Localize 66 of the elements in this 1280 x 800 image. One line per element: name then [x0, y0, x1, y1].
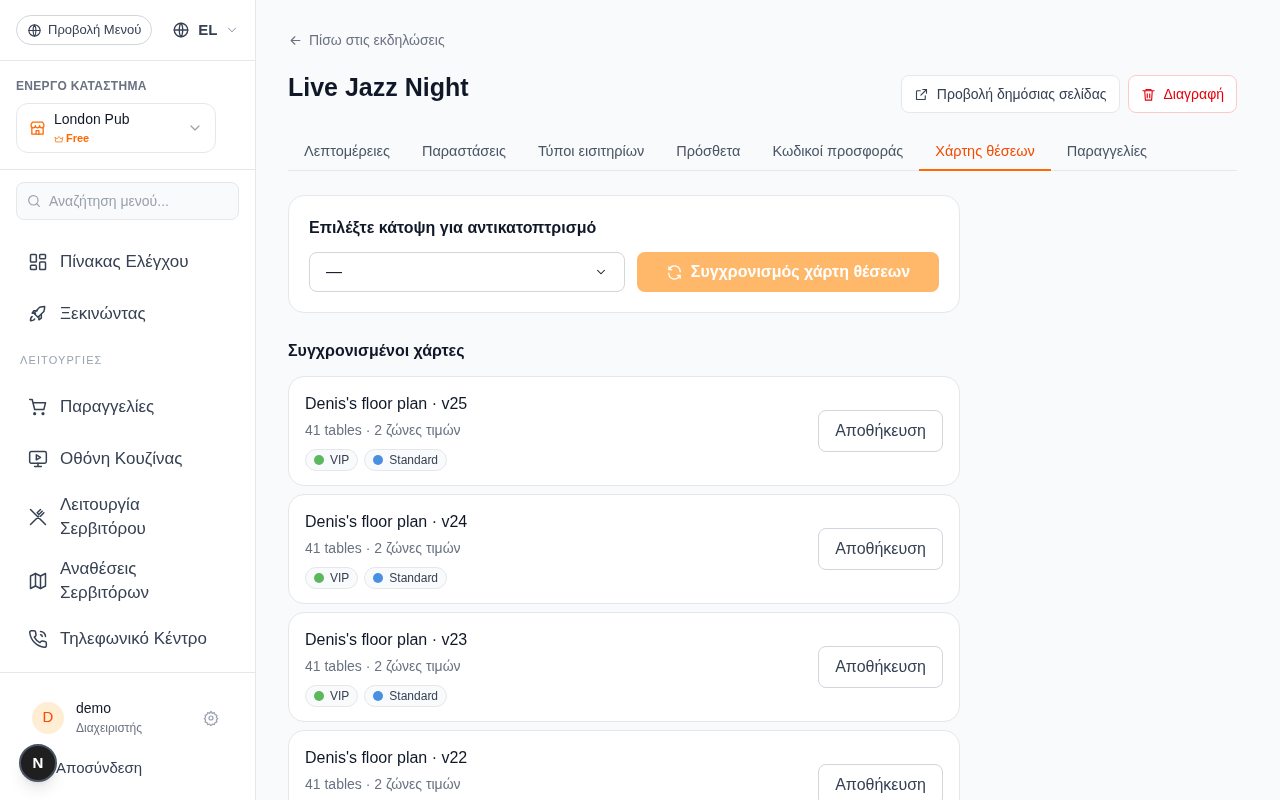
globe-icon — [172, 21, 191, 39]
nav-item[interactable]: Πίνακας Ελέγχου — [16, 236, 240, 288]
floor-plan-name: Denis's floor plan · v23 — [305, 629, 468, 650]
page-title: Live Jazz Night — [288, 72, 469, 104]
price-zone-tag: Standard — [364, 448, 448, 471]
tab[interactable]: Πρόσθετα — [660, 135, 757, 171]
tab[interactable]: Λεπτομέρειες — [288, 135, 406, 171]
save-button[interactable]: Αποθήκευση — [818, 528, 943, 570]
view-public-page-button[interactable]: Προβολή δημόσιας σελίδας — [900, 75, 1120, 113]
floor-plan-meta: 41 tables · 2 ζώνες τιμών — [305, 420, 462, 440]
price-zone-tag: Standard — [364, 566, 448, 589]
save-button[interactable]: Αποθήκευση — [818, 646, 943, 688]
store-selector[interactable]: London Pub Free — [16, 103, 216, 153]
trash-icon — [1140, 86, 1156, 102]
rocket-icon — [28, 304, 48, 324]
store-icon — [29, 119, 46, 137]
search-field[interactable]: Αναζήτηση μενού... — [16, 182, 239, 220]
floor-plan-name: Denis's floor plan · v22 — [305, 747, 468, 768]
save-button[interactable]: Αποθήκευση — [818, 410, 943, 452]
logout-link[interactable]: Αποσύνδεση — [56, 757, 143, 780]
dashboard-icon — [28, 252, 48, 272]
plan-label: Free — [66, 131, 90, 147]
external-link-icon — [913, 86, 929, 102]
section-heading: Συγχρονισμένοι χάρτες — [288, 341, 466, 361]
user-role: Διαχειριστής — [76, 720, 144, 737]
tab[interactable]: Παραστάσεις — [405, 135, 522, 171]
section-label: ΕΝΕΡΓΟ ΚΑΤΑΣΤΗΜΑ — [16, 78, 148, 95]
globe-icon — [27, 22, 42, 38]
floor-plan-select[interactable]: — — [309, 252, 625, 292]
floor-plan-meta: 41 tables · 2 ζώνες τιμών — [305, 538, 462, 558]
nav-item[interactable]: Παραγγελίες — [16, 380, 240, 433]
dev-tools-badge[interactable]: N — [19, 744, 57, 782]
tab[interactable]: Παραγγελίες — [1050, 135, 1164, 171]
settings-icon — [203, 709, 219, 726]
tab[interactable]: Τύποι εισιτηρίων — [521, 135, 661, 171]
user-avatar: D — [32, 701, 64, 734]
price-zone-tag: Standard — [364, 684, 448, 707]
crown-icon — [54, 133, 64, 144]
user-name: demo — [76, 699, 113, 718]
refresh-icon — [665, 263, 683, 281]
price-zone-tag: VIP — [305, 684, 359, 707]
floor-plan-name: Denis's floor plan · v24 — [305, 511, 468, 532]
search-icon — [26, 193, 42, 209]
nav-item[interactable]: Οθόνη Κουζίνας — [16, 432, 240, 485]
price-zone-tag: VIP — [305, 566, 359, 589]
nav-item[interactable]: Ξεκινώντας — [16, 288, 240, 340]
arrow-left-icon — [288, 33, 303, 48]
nav-item[interactable]: Αναθέσεις Σερβιτόρων — [16, 548, 240, 613]
phone-icon — [28, 628, 48, 649]
floor-plan-meta: 41 tables · 2 ζώνες τιμών — [305, 774, 462, 794]
floor-plan-meta: 41 tables · 2 ζώνες τιμών — [305, 656, 462, 676]
delete-button[interactable]: Διαγραφή — [1127, 75, 1237, 113]
nav-item[interactable]: Τηλεφωνικό Κέντρο — [16, 612, 240, 665]
nav-item[interactable]: Λειτουργία Σερβιτόρου — [16, 484, 240, 549]
map-icon — [28, 570, 48, 591]
panel-heading: Επιλέξτε κάτοψη για αντικατοπτρισμό — [309, 218, 598, 239]
save-button[interactable]: Αποθήκευση — [818, 764, 943, 800]
monitor-play-icon — [28, 448, 48, 469]
language-selector[interactable]: EL — [172, 18, 240, 42]
nav-section-label: ΛΕΙΤΟΥΡΓΙΕΣ — [19, 353, 104, 368]
back-link[interactable]: Πίσω στις εκδηλώσεις — [288, 30, 445, 51]
floor-plan-name: Denis's floor plan · v25 — [305, 393, 468, 414]
price-zone-tag: VIP — [305, 448, 359, 471]
crossed-utensils-icon — [28, 506, 48, 527]
cart-icon — [28, 396, 48, 417]
tab[interactable]: Κωδικοί προσφοράς — [756, 135, 920, 171]
